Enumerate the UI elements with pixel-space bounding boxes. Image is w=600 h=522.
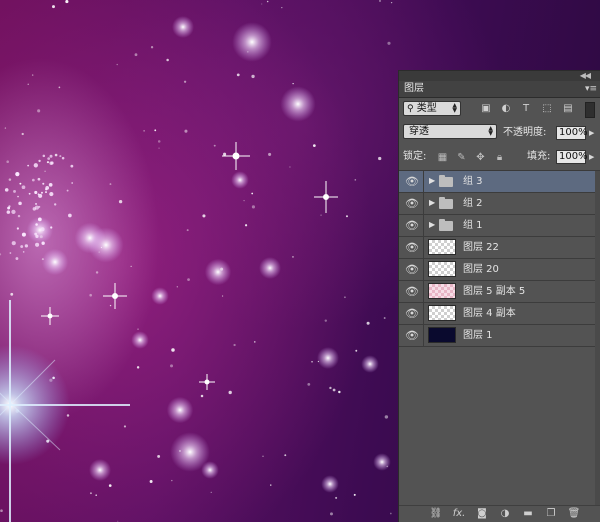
- adjustment-filter-icon[interactable]: ◐: [501, 104, 511, 114]
- fill-dropdown-icon[interactable]: ▶: [589, 151, 594, 163]
- large-star-flare: [0, 300, 130, 522]
- filter-kind-label: 类型: [416, 103, 437, 114]
- adjustment-icon[interactable]: ◑: [498, 508, 512, 520]
- layer-list-scrollbar[interactable]: [595, 171, 600, 505]
- visibility-eye-icon[interactable]: 👁︎: [403, 173, 421, 190]
- visibility-eye-icon[interactable]: 👁︎: [403, 239, 421, 256]
- filter-toggle-switch[interactable]: [585, 102, 595, 118]
- panel-menu-icon[interactable]: ▾≡: [585, 83, 597, 95]
- column-divider: [423, 325, 424, 346]
- layer-name[interactable]: 图层 5 副本 5: [463, 285, 525, 298]
- column-divider: [423, 237, 424, 258]
- layer-name[interactable]: 组 2: [463, 197, 483, 210]
- shape-filter-icon[interactable]: ⬚: [542, 104, 552, 114]
- lock-move-icon[interactable]: ✥: [475, 152, 486, 163]
- spinner-arrows-icon: ▲ ▼: [488, 125, 493, 137]
- fill-label: 填充:: [527, 151, 551, 162]
- blend-mode-value: 穿透: [409, 126, 429, 137]
- blend-mode-select[interactable]: 穿透 ▲ ▼: [403, 124, 497, 139]
- layer-row[interactable]: 👁︎ ▶ 组 2: [399, 193, 595, 215]
- visibility-eye-icon[interactable]: 👁︎: [403, 283, 421, 300]
- lock-paint-icon[interactable]: ✎: [456, 152, 467, 163]
- expand-caret-icon[interactable]: ▶: [429, 220, 435, 230]
- image-filter-icon[interactable]: ▣: [481, 104, 491, 114]
- mask-icon[interactable]: ◙: [475, 508, 489, 520]
- spinner-arrows-icon: ▲ ▼: [452, 102, 457, 114]
- layer-row[interactable]: 👁︎ 图层 5 副本 5: [399, 281, 595, 303]
- visibility-eye-icon[interactable]: 👁︎: [403, 217, 421, 234]
- layer-thumbnail: [428, 239, 456, 255]
- link-icon[interactable]: ⛓: [429, 508, 443, 520]
- layer-name[interactable]: 图层 4 副本: [463, 307, 516, 320]
- trash-icon[interactable]: 🗑︎: [567, 508, 581, 520]
- opacity-dropdown-icon[interactable]: ▶: [589, 127, 594, 139]
- column-divider: [423, 215, 424, 236]
- folder-icon: [439, 175, 453, 187]
- layers-bottom-toolbar: ⛓ fx. ◙ ◑ ▬ ❐ 🗑︎: [399, 505, 600, 522]
- layer-thumbnail: [428, 261, 456, 277]
- expand-caret-icon[interactable]: ▶: [429, 176, 435, 186]
- fx-icon[interactable]: fx.: [452, 508, 466, 520]
- expand-caret-icon[interactable]: ▶: [429, 198, 435, 208]
- layer-name[interactable]: 图层 20: [463, 263, 499, 276]
- panel-title-bar[interactable]: ◀◀: [399, 71, 600, 81]
- lock-row: 锁定: ▦ ✎ ✥ 🔒︎ 填充: 100% ▶: [399, 146, 600, 170]
- layer-name[interactable]: 组 3: [463, 175, 483, 188]
- filter-kind-select[interactable]: ⚲ 类型 ▲ ▼: [403, 101, 461, 116]
- layer-name[interactable]: 图层 22: [463, 241, 499, 254]
- layer-thumbnail: [428, 283, 456, 299]
- visibility-eye-icon[interactable]: 👁︎: [403, 195, 421, 212]
- layer-row[interactable]: 👁︎ 图层 1: [399, 325, 595, 347]
- column-divider: [423, 303, 424, 324]
- column-divider: [423, 281, 424, 302]
- lock-transparent-icon[interactable]: ▦: [437, 152, 448, 163]
- lock-all-icon[interactable]: 🔒︎: [494, 152, 505, 163]
- blend-row: 穿透 ▲ ▼ 不透明度: 100% ▶: [399, 122, 600, 146]
- layer-thumbnail: [428, 305, 456, 321]
- filter-row: ⚲ 类型 ▲ ▼ ▣ ◐ T ⬚ ▤: [399, 98, 600, 122]
- layers-panel: ◀◀ 图层 ▾≡ ⚲ 类型 ▲ ▼ ▣ ◐ T ⬚ ▤ 穿透 ▲ ▼ 不透明度: 1…: [398, 70, 600, 522]
- column-divider: [423, 171, 424, 192]
- folder-icon: [439, 219, 453, 231]
- column-divider: [423, 193, 424, 214]
- tab-layers[interactable]: 图层: [404, 83, 424, 95]
- layer-list: 👁︎ ▶ 组 3 👁︎ ▶ 组 2 👁︎ ▶ 组 1 👁︎ 图层 22 👁︎ 图层 20 👁︎ 图层 5 副…: [399, 171, 595, 347]
- new-layer-icon[interactable]: ❐: [544, 508, 558, 520]
- double-chevron-icon[interactable]: ◀◀: [580, 71, 591, 81]
- visibility-eye-icon[interactable]: 👁︎: [403, 261, 421, 278]
- layer-row[interactable]: 👁︎ 图层 20: [399, 259, 595, 281]
- layer-row[interactable]: 👁︎ ▶ 组 3: [399, 171, 595, 193]
- lock-label: 锁定:: [403, 151, 427, 162]
- folder-icon[interactable]: ▬: [521, 508, 535, 520]
- folder-icon: [439, 197, 453, 209]
- visibility-eye-icon[interactable]: 👁︎: [403, 327, 421, 344]
- layer-name[interactable]: 图层 1: [463, 329, 493, 342]
- layer-thumbnail: [428, 327, 456, 343]
- fill-field[interactable]: 100%: [556, 150, 588, 164]
- search-icon: ⚲: [407, 104, 414, 114]
- type-filter-icon[interactable]: T: [521, 104, 531, 114]
- opacity-field[interactable]: 100%: [556, 126, 588, 140]
- smart-object-filter-icon[interactable]: ▤: [563, 104, 573, 114]
- visibility-eye-icon[interactable]: 👁︎: [403, 305, 421, 322]
- layer-row[interactable]: 👁︎ ▶ 组 1: [399, 215, 595, 237]
- column-divider: [423, 259, 424, 280]
- layer-row[interactable]: 👁︎ 图层 22: [399, 237, 595, 259]
- panel-tab-bar: 图层 ▾≡: [399, 81, 600, 98]
- opacity-label: 不透明度:: [503, 127, 547, 138]
- layer-row[interactable]: 👁︎ 图层 4 副本: [399, 303, 595, 325]
- layer-name[interactable]: 组 1: [463, 219, 483, 232]
- cross-sparkles: [41, 142, 338, 390]
